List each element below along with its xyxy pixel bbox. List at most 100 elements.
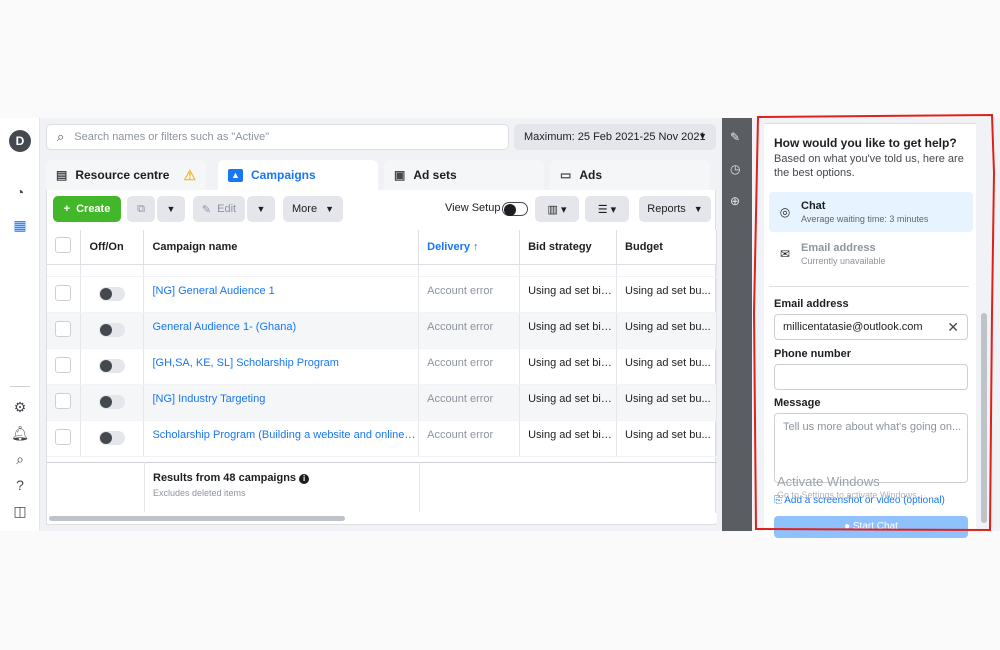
help-scrollbar-thumb[interactable] — [981, 313, 987, 523]
col-budget[interactable]: Budget — [616, 230, 717, 265]
gauge-icon[interactable]: ◔ — [10, 182, 30, 202]
col-campaign-name[interactable]: Campaign name — [143, 230, 420, 265]
help-panel: How would you like to get help? Based on… — [752, 118, 1000, 538]
results-subtitle: Excludes deleted items — [153, 488, 246, 498]
table-row[interactable]: [NG] Industry Targeting Account error Us… — [47, 384, 717, 421]
select-all-checkbox[interactable] — [55, 237, 71, 254]
phone-label: Phone number — [774, 348, 852, 360]
edit-button[interactable]: ✎ Edit — [193, 196, 245, 222]
help-icon[interactable]: ? — [10, 475, 30, 495]
bid-strategy-value: Using ad set bid... — [519, 420, 618, 457]
table-row[interactable]: Scholarship Program (Building a website … — [47, 420, 717, 457]
col-bid-strategy[interactable]: Bid strategy — [519, 230, 618, 265]
campaign-toggle[interactable] — [99, 394, 126, 409]
col-divider — [419, 462, 420, 512]
help-title: How would you like to get help? — [774, 136, 957, 150]
messenger-icon: ◎ — [779, 205, 791, 219]
activate-windows-watermark: Activate Windows — [777, 474, 880, 489]
message-textarea[interactable]: Tell us more about what's going on... — [774, 413, 968, 483]
columns-button[interactable]: ▥ ▾ — [535, 196, 579, 222]
table-row[interactable]: General Audience 1- (Ghana) Account erro… — [47, 312, 717, 349]
more-label: More — [292, 203, 318, 215]
info-icon[interactable]: i — [299, 474, 310, 484]
panel-icon[interactable]: ◫ — [10, 501, 30, 521]
table-header-row: Off/On Campaign name Delivery ↑ Bid stra… — [47, 230, 717, 265]
tab-ad-sets[interactable]: ▣ Ad sets — [384, 160, 544, 190]
start-chat-button[interactable]: ● Start Chat — [774, 516, 968, 538]
ads-manager-window: D ◔ ▦ ⚙ 🔔︎ ⌕ ? ◫ ⌕ Search names or filte… — [0, 118, 1000, 538]
bid-strategy-value: Using ad set bid... — [519, 348, 618, 385]
breakdown-button[interactable]: ☰ ▾ — [585, 196, 629, 222]
reports-button[interactable]: Reports ▼ — [639, 196, 711, 222]
tab-label: Resource centre — [75, 168, 170, 182]
search-plus-icon[interactable]: ⊕ — [730, 194, 740, 208]
campaign-toggle[interactable] — [99, 286, 126, 301]
campaign-toggle[interactable] — [99, 322, 126, 337]
bid-strategy-value: Using ad set bid... — [519, 384, 618, 421]
row-checkbox[interactable] — [55, 392, 71, 409]
table-grid-icon[interactable]: ▦ — [10, 215, 30, 235]
bell-icon[interactable]: 🔔︎ — [10, 423, 30, 443]
message-placeholder: Tell us more about what's going on... — [783, 421, 962, 433]
search-input[interactable]: ⌕ Search names or filters such as "Activ… — [46, 124, 509, 150]
avatar[interactable]: D — [9, 130, 31, 152]
edit-dropdown[interactable]: ▼ — [247, 196, 275, 222]
tab-ads[interactable]: ▭ Ads — [550, 160, 710, 190]
email-field[interactable]: millicentatasie@outlook.com ✕ — [774, 314, 968, 340]
col-divider — [144, 462, 145, 512]
row-checkbox[interactable] — [55, 428, 71, 445]
chat-option[interactable]: ◎ Chat Average waiting time: 3 minutes — [769, 192, 973, 232]
tab-label: Ads — [579, 168, 603, 182]
campaign-name-link[interactable]: Scholarship Program (Building a website … — [143, 420, 420, 457]
row-checkbox[interactable] — [55, 320, 71, 337]
table-row[interactable]: [NG] General Audience 1 Account error Us… — [47, 276, 717, 313]
budget-value: Using ad set bu... — [616, 420, 717, 457]
view-setup-toggle[interactable] — [502, 202, 528, 216]
tab-label: Campaigns — [251, 168, 316, 182]
date-range-selector[interactable]: Maximum: 25 Feb 2021-25 Nov 2021 ▼ — [514, 124, 716, 150]
help-scrollbar[interactable] — [980, 118, 988, 531]
row-checkbox[interactable] — [55, 356, 71, 373]
clock-icon[interactable]: ◷ — [730, 162, 740, 176]
campaign-toggle[interactable] — [99, 430, 126, 445]
duplicate-button[interactable]: ⧉ — [127, 196, 155, 222]
results-divider — [47, 462, 717, 463]
more-button[interactable]: More ▼ — [283, 196, 343, 222]
col-delivery[interactable]: Delivery ↑ — [418, 230, 521, 265]
chat-option-title: Chat — [801, 200, 826, 212]
email-value: millicentatasie@outlook.com — [783, 321, 923, 333]
clear-icon[interactable]: ✕ — [947, 319, 959, 336]
pencil-icon[interactable]: ✎ — [730, 130, 740, 144]
folder-icon: ▲ — [228, 168, 243, 182]
create-label: Create — [76, 203, 111, 215]
settings-icon[interactable]: ⚙ — [10, 397, 30, 417]
campaigns-table: Off/On Campaign name Delivery ↑ Bid stra… — [47, 230, 717, 457]
duplicate-dropdown[interactable]: ▼ — [157, 196, 185, 222]
duplicate-icon: ⧉ — [137, 202, 145, 215]
email-option[interactable]: ✉ Email address Currently unavailable — [769, 234, 973, 274]
reports-label: Reports — [647, 203, 686, 215]
chevron-down-icon: ▼ — [325, 204, 334, 214]
scrollbar-thumb[interactable] — [49, 516, 345, 521]
table-row[interactable]: [GH,SA, KE, SL] Scholarship Program Acco… — [47, 348, 717, 385]
tab-resource-centre[interactable]: ▤ Resource centre ⚠ — [46, 160, 206, 190]
chevron-down-icon: ▼ — [693, 204, 703, 214]
campaign-name-link[interactable]: [NG] General Audience 1 — [143, 276, 420, 313]
horizontal-scrollbar[interactable] — [47, 513, 717, 523]
budget-value: Using ad set bu... — [616, 348, 717, 385]
tab-campaigns[interactable]: ▲ Campaigns — [218, 160, 378, 190]
row-checkbox[interactable] — [55, 284, 71, 301]
breakdown-icon: ☰ ▾ — [597, 203, 617, 216]
warning-icon[interactable]: ⚠ — [183, 167, 196, 184]
campaign-name-link[interactable]: [GH,SA, KE, SL] Scholarship Program — [143, 348, 420, 385]
select-all-checkbox-cell[interactable] — [47, 230, 82, 265]
phone-field[interactable] — [774, 364, 968, 390]
grid-icon: ▣ — [394, 168, 406, 182]
create-button[interactable]: + Create — [53, 196, 121, 222]
search-icon[interactable]: ⌕ — [10, 449, 30, 469]
help-subtitle: Based on what you've told us, here are t… — [774, 153, 964, 179]
col-offon[interactable]: Off/On — [80, 230, 145, 265]
campaign-toggle[interactable] — [99, 358, 126, 373]
campaign-name-link[interactable]: [NG] Industry Targeting — [143, 384, 420, 421]
campaign-name-link[interactable]: General Audience 1- (Ghana) — [143, 312, 420, 349]
